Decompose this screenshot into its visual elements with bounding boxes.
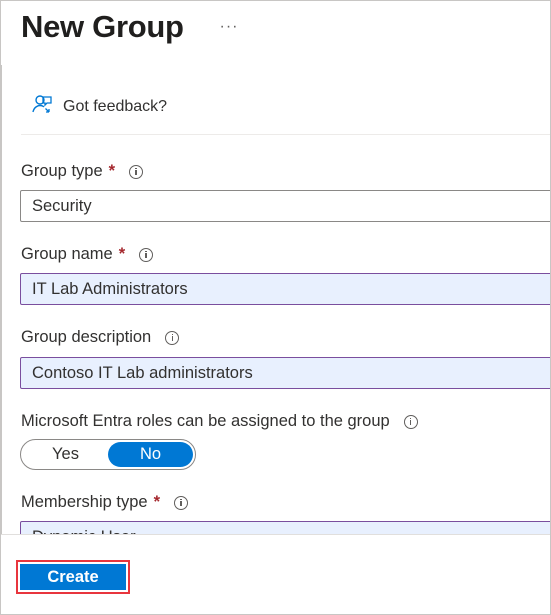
feedback-link[interactable]: Got feedback? bbox=[31, 93, 167, 121]
info-icon[interactable] bbox=[173, 495, 188, 510]
page-title: New Group bbox=[21, 9, 184, 44]
create-button-highlight: Create bbox=[16, 560, 130, 594]
group-name-label: Group name * bbox=[21, 245, 154, 264]
create-button[interactable]: Create bbox=[20, 564, 126, 590]
group-name-label-text: Group name bbox=[21, 245, 113, 263]
group-name-input[interactable]: IT Lab Administrators bbox=[20, 273, 550, 305]
group-type-dropdown[interactable]: Security bbox=[20, 190, 550, 222]
info-icon[interactable] bbox=[139, 247, 154, 262]
feedback-label: Got feedback? bbox=[63, 98, 168, 115]
panel-left-border bbox=[1, 65, 2, 535]
group-type-label-text: Group type bbox=[21, 162, 103, 180]
feedback-person-icon bbox=[31, 94, 53, 121]
group-description-label-text: Group description bbox=[21, 328, 152, 346]
group-type-label: Group type * bbox=[21, 162, 144, 181]
entra-roles-label: Microsoft Entra roles can be assigned to… bbox=[21, 412, 418, 431]
divider bbox=[21, 134, 550, 135]
toggle-option-yes[interactable]: Yes bbox=[23, 442, 108, 467]
group-description-input[interactable]: Contoso IT Lab administrators bbox=[20, 357, 550, 389]
required-marker: * bbox=[118, 245, 126, 263]
panel-footer: Create bbox=[1, 534, 550, 614]
new-group-panel: New Group ··· Got feedback? Group type *… bbox=[0, 0, 551, 615]
toggle-option-no[interactable]: No bbox=[108, 442, 193, 467]
entra-roles-toggle: Yes No bbox=[20, 439, 196, 470]
entra-roles-label-text: Microsoft Entra roles can be assigned to… bbox=[21, 412, 390, 430]
membership-type-label: Membership type * bbox=[21, 493, 188, 512]
ellipsis-icon[interactable]: ··· bbox=[217, 15, 241, 39]
group-description-label: Group description bbox=[21, 328, 180, 347]
info-icon[interactable] bbox=[165, 330, 180, 345]
membership-type-label-text: Membership type bbox=[21, 493, 148, 511]
info-icon[interactable] bbox=[403, 414, 418, 429]
required-marker: * bbox=[153, 493, 160, 511]
required-marker: * bbox=[108, 162, 116, 180]
info-icon[interactable] bbox=[129, 164, 144, 179]
panel-header: New Group ··· bbox=[1, 1, 550, 65]
